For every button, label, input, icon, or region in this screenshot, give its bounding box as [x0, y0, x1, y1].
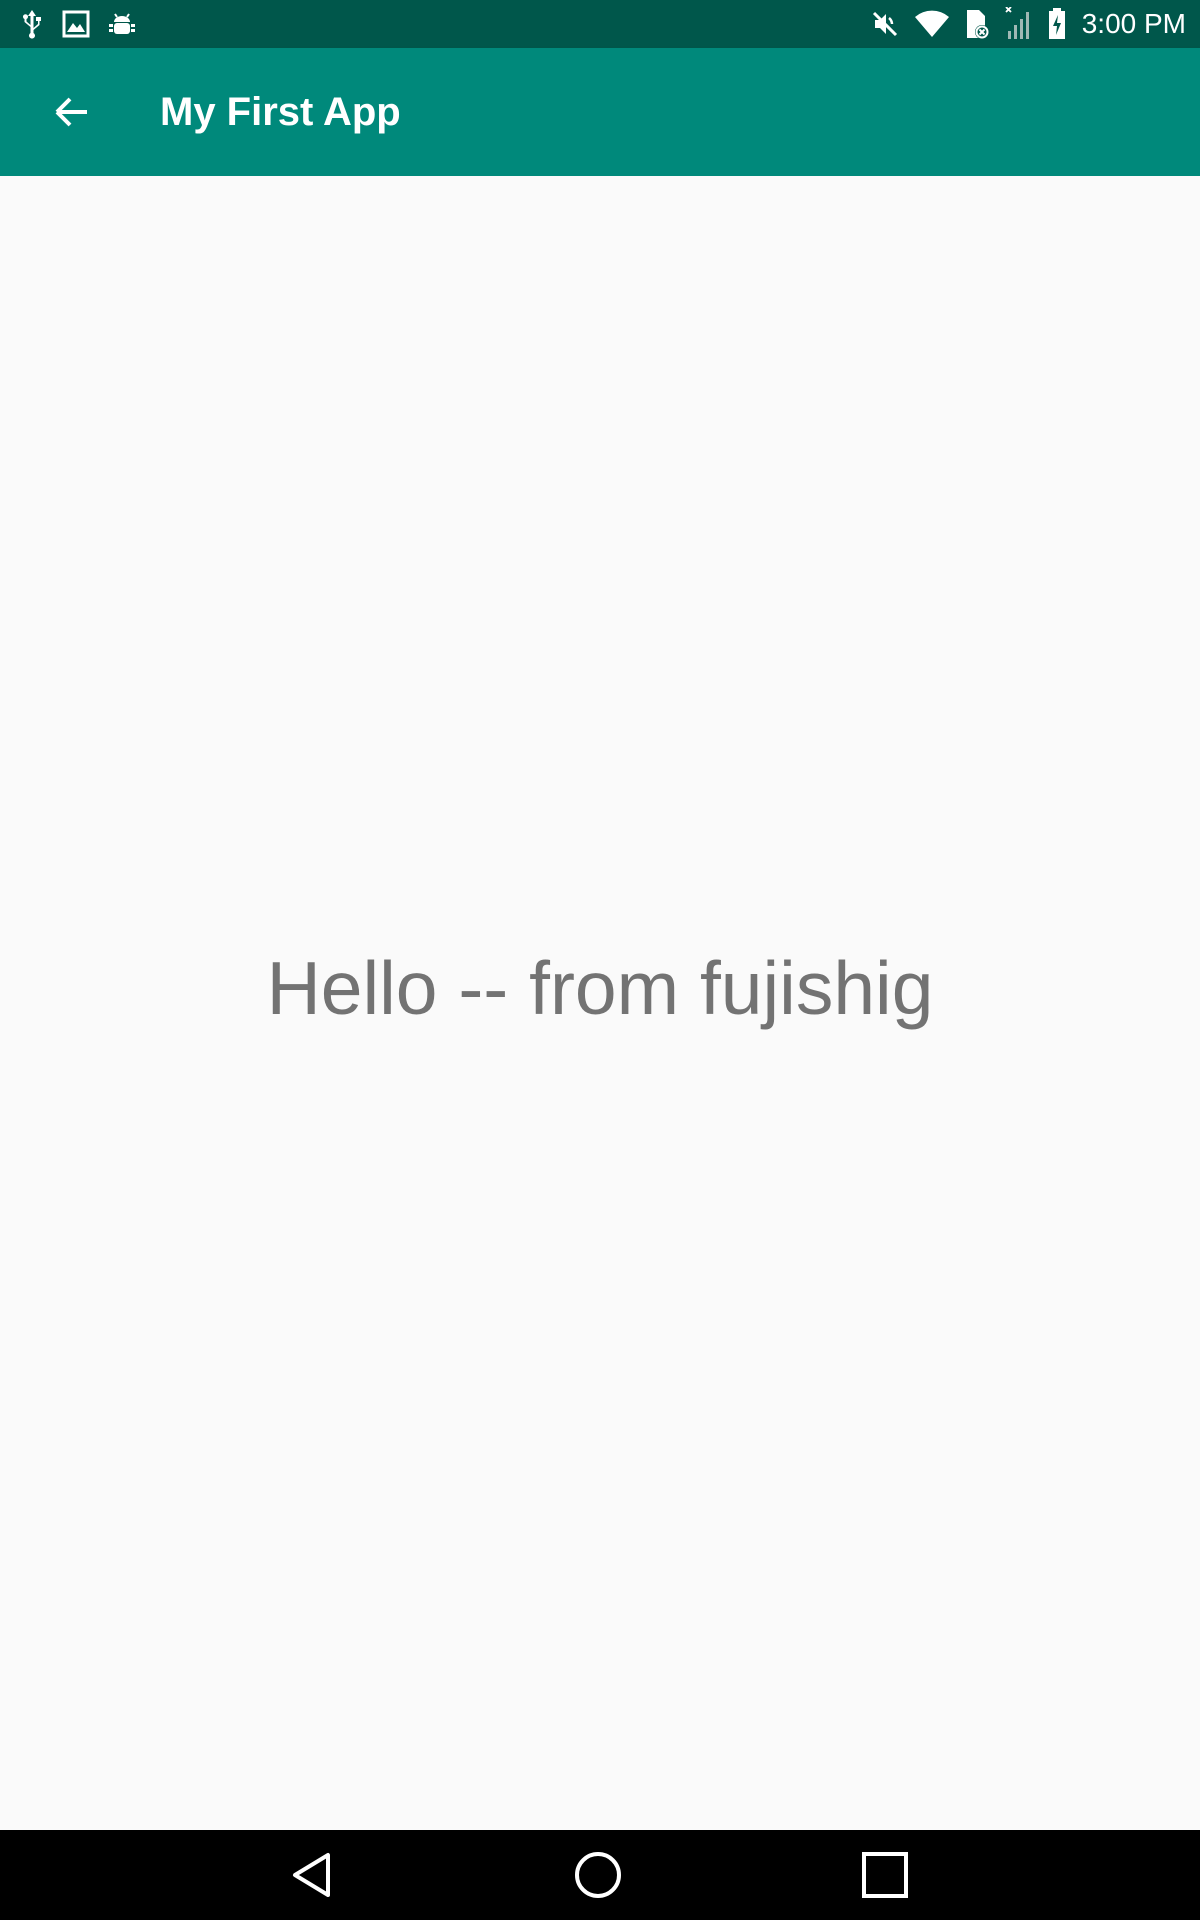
system-status-icons: 3:00 PM — [870, 0, 1186, 48]
back-button[interactable] — [40, 80, 104, 144]
nav-back-button[interactable] — [253, 1830, 373, 1920]
app-title: My First App — [160, 90, 401, 134]
notification-icons — [20, 0, 136, 48]
main-content: Hello -- from fujishig — [0, 176, 1200, 1830]
back-triangle-icon — [288, 1850, 338, 1900]
recents-square-icon — [860, 1850, 910, 1900]
sim-error-icon — [964, 8, 990, 40]
hello-message: Hello -- from fujishig — [266, 946, 934, 1030]
image-icon — [62, 10, 90, 38]
nav-home-button[interactable] — [538, 1830, 658, 1920]
wifi-icon — [914, 9, 950, 39]
app-bar: My First App — [0, 48, 1200, 176]
battery-charging-icon — [1048, 8, 1066, 40]
navigation-bar — [0, 1830, 1200, 1920]
android-debug-icon — [108, 10, 136, 38]
usb-icon — [20, 9, 44, 39]
signal-icon — [1004, 7, 1034, 41]
status-bar: 3:00 PM — [0, 0, 1200, 48]
home-circle-icon — [573, 1850, 623, 1900]
nav-recents-button[interactable] — [825, 1830, 945, 1920]
status-time: 3:00 PM — [1081, 8, 1186, 39]
arrow-back-icon — [54, 94, 90, 130]
mute-icon — [870, 9, 900, 39]
